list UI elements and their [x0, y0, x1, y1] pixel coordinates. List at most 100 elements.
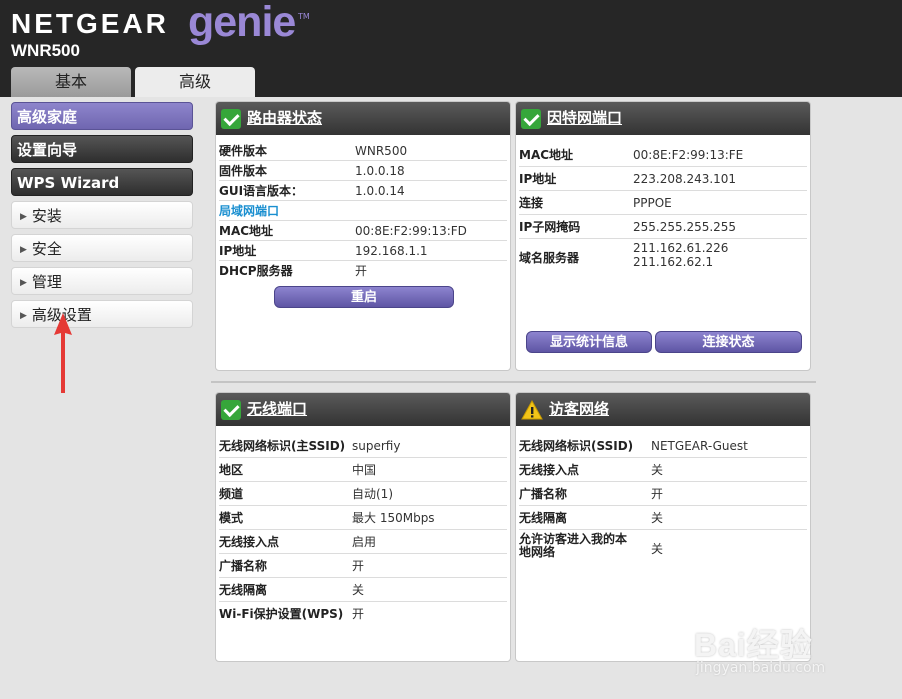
router-status-panel: 路由器状态 硬件版本 WNR500 固件版本 1.0.0.18 GUI语言版本： 1.…: [215, 101, 511, 371]
row-label: 无线隔离: [519, 511, 568, 525]
tab-advanced[interactable]: 高级: [135, 67, 255, 97]
sidebar-item-management[interactable]: ▶ 管理: [11, 267, 193, 295]
check-icon: [221, 108, 241, 129]
row-label: 无线网络标识(主SSID): [219, 439, 346, 453]
top-header: NETGEAR genie TM WNR500 基本 高级: [0, 0, 902, 97]
info-row: 广播名称 开: [519, 482, 807, 506]
info-row: 无线接入点 启用: [219, 530, 507, 554]
router-status-title[interactable]: 路由器状态: [247, 109, 322, 127]
row-value: 255.255.255.255: [633, 220, 737, 234]
row-label: 地区: [219, 463, 244, 477]
sidebar-item-wps-wizard[interactable]: WPS Wizard: [11, 168, 193, 196]
wireless-port-panel: 无线端口 无线网络标识(主SSID) superfiy 地区 中国 频道 自动(1) …: [215, 392, 511, 662]
row-label: 无线接入点: [519, 463, 580, 477]
info-row: 无线隔离 关: [519, 506, 807, 530]
row-label: Wi-Fi保护设置(WPS): [219, 607, 344, 621]
row-label: 广播名称: [219, 559, 268, 573]
triangle-right-icon: ▶: [20, 211, 27, 222]
info-row: DHCP服务器 开: [219, 261, 507, 281]
show-statistics-button[interactable]: 显示统计信息: [526, 331, 652, 353]
row-value: 00:8E:F2:99:13:FE: [633, 148, 744, 162]
sidebar-item-advanced-setup[interactable]: ▶ 高级设置: [11, 300, 193, 328]
warning-icon: [521, 399, 543, 419]
row-label: 模式: [219, 511, 244, 525]
row-label: 连接: [519, 196, 544, 210]
row-value: 最大 150Mbps: [352, 511, 435, 525]
row-value: 自动(1): [352, 487, 393, 501]
info-row: 固件版本 1.0.0.18: [219, 161, 507, 181]
section-divider: [211, 381, 816, 383]
red-arrow-annotation-icon: [54, 313, 72, 393]
internet-port-title[interactable]: 因特网端口: [547, 109, 622, 127]
section-row: 局域网端口: [219, 201, 507, 221]
info-row: 无线接入点 关: [519, 458, 807, 482]
row-value: 启用: [352, 535, 377, 549]
info-row: 无线网络标识(SSID) NETGEAR-Guest: [519, 434, 807, 458]
row-value: 开: [352, 559, 365, 573]
row-label: 硬件版本: [219, 144, 268, 158]
sidebar-item-label: 安全: [31, 240, 62, 258]
sidebar-item-advanced-home[interactable]: 高级家庭: [11, 102, 193, 130]
netgear-logo: NETGEAR: [11, 8, 169, 39]
row-value: 00:8E:F2:99:13:FD: [355, 224, 467, 238]
info-row: IP地址 192.168.1.1: [219, 241, 507, 261]
row-label: IP地址: [219, 244, 257, 258]
sidebar-item-setup[interactable]: ▶ 安装: [11, 201, 193, 229]
baidu-watermark: Bai经验 jingyan.baidu.com: [690, 600, 890, 690]
guest-network-header: 访客网络: [516, 393, 810, 426]
info-row: 广播名称 开: [219, 554, 507, 578]
row-label: 无线隔离: [219, 583, 268, 597]
tab-basic[interactable]: 基本: [11, 67, 131, 97]
info-row: Wi-Fi保护设置(WPS) 开: [219, 602, 507, 626]
row-label-cont: 地网络: [519, 545, 556, 559]
row-label: IP子网掩码: [519, 220, 581, 234]
triangle-right-icon: ▶: [20, 277, 27, 288]
reboot-button[interactable]: 重启: [274, 286, 454, 308]
allow-guest-row: 允许访客进入我的本 地网络 关: [519, 530, 807, 568]
dns-secondary-value: 211.162.62.1: [633, 255, 714, 269]
wireless-port-header: 无线端口: [216, 393, 510, 426]
router-status-header: 路由器状态: [216, 102, 510, 135]
row-value: 开: [651, 487, 664, 501]
triangle-right-icon: ▶: [20, 244, 27, 255]
row-label: MAC地址: [219, 224, 274, 238]
info-row: 连接 PPPOE: [519, 191, 807, 215]
info-row: GUI语言版本： 1.0.0.14: [219, 181, 507, 201]
info-row: 无线网络标识(主SSID) superfiy: [219, 434, 507, 458]
info-row: IP地址 223.208.243.101: [519, 167, 807, 191]
row-value: 关: [651, 511, 664, 525]
row-label: GUI语言版本：: [219, 184, 304, 198]
check-icon: [521, 108, 541, 129]
row-value: 开: [352, 607, 365, 621]
sidebar-item-label: 管理: [31, 273, 62, 291]
sidebar-item-security[interactable]: ▶ 安全: [11, 234, 193, 262]
row-label: 无线接入点: [219, 535, 280, 549]
wireless-port-title[interactable]: 无线端口: [247, 400, 307, 418]
info-row: 地区 中国: [219, 458, 507, 482]
dns-primary-value: 211.162.61.226: [633, 241, 729, 255]
row-value: 192.168.1.1: [355, 244, 428, 258]
info-row: IP子网掩码 255.255.255.255: [519, 215, 807, 239]
sidebar-item-setup-wizard[interactable]: 设置向导: [11, 135, 193, 163]
row-value: 1.0.0.18: [355, 164, 405, 178]
row-label: IP地址: [519, 172, 557, 186]
row-value: 关: [352, 583, 365, 597]
info-row: MAC地址 00:8E:F2:99:13:FE: [519, 143, 807, 167]
row-label: DHCP服务器: [219, 264, 293, 278]
info-row: MAC地址 00:8E:F2:99:13:FD: [219, 221, 507, 241]
check-icon: [221, 399, 241, 420]
row-value: NETGEAR-Guest: [651, 439, 748, 453]
info-row: 模式 最大 150Mbps: [219, 506, 507, 530]
internet-port-panel: 因特网端口 MAC地址 00:8E:F2:99:13:FE IP地址 223.208…: [515, 101, 811, 371]
row-label: 域名服务器: [519, 251, 580, 265]
row-label: 固件版本: [219, 164, 268, 178]
row-label: 频道: [219, 487, 244, 501]
internet-port-header: 因特网端口: [516, 102, 810, 135]
row-value: 中国: [352, 463, 377, 477]
guest-network-title[interactable]: 访客网络: [549, 400, 609, 418]
connection-status-button[interactable]: 连接状态: [655, 331, 802, 353]
row-label: 无线网络标识(SSID): [519, 439, 634, 453]
row-value: WNR500: [355, 144, 408, 158]
row-value: 223.208.243.101: [633, 172, 737, 186]
row-value: PPPOE: [633, 196, 672, 210]
